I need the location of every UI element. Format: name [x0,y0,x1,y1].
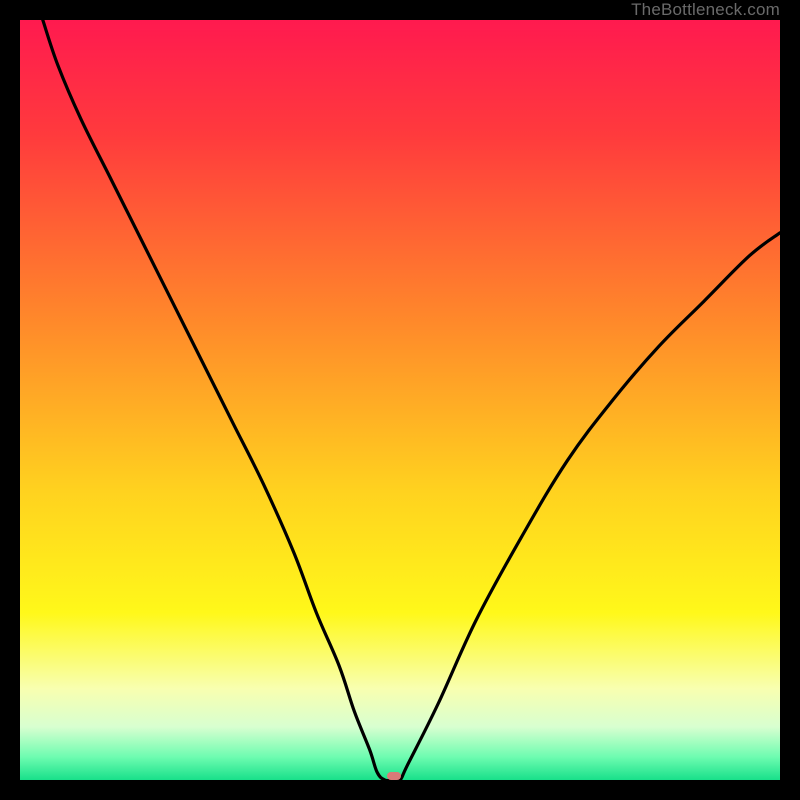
bottleneck-curve-svg [20,20,780,780]
optimal-point-marker [387,772,401,780]
chart-frame: TheBottleneck.com [0,0,800,800]
attribution-label: TheBottleneck.com [631,0,780,20]
bottleneck-curve-path [43,20,780,781]
